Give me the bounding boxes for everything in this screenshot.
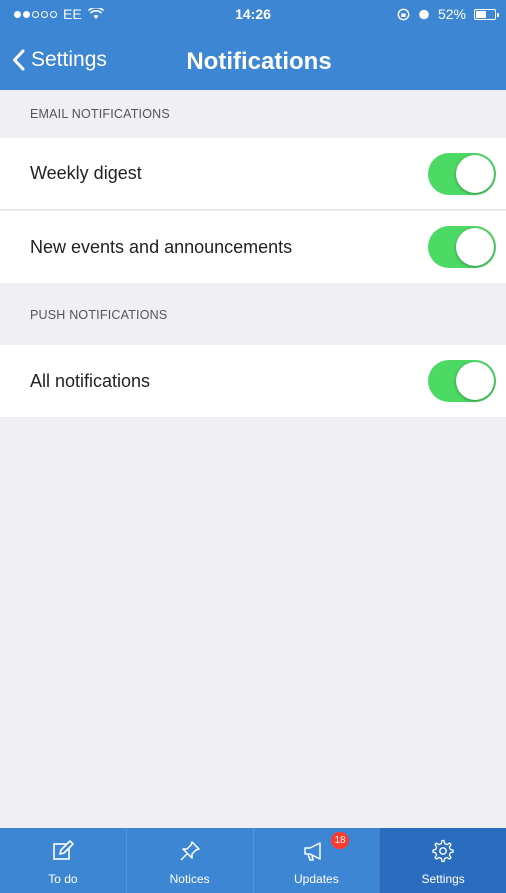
app-header: EE 14:26 52% Settings Notifications [0, 0, 506, 90]
edit-icon [53, 840, 74, 860]
updates-badge: 18 [331, 832, 349, 849]
setting-row-weekly-digest: Weekly digest [0, 138, 506, 210]
section-header-push: PUSH NOTIFICATIONS [30, 308, 168, 322]
megaphone-icon [304, 842, 322, 861]
gear-icon [432, 839, 454, 863]
tab-label: To do [48, 872, 78, 886]
status-bar: EE 14:26 52% [0, 0, 506, 28]
tab-label: Settings [421, 872, 465, 886]
toggle-knob [456, 362, 494, 400]
tab-updates[interactable]: 18 Updates [252, 828, 380, 893]
battery-percent: 52% [437, 6, 466, 22]
new-events-toggle[interactable] [428, 226, 496, 268]
setting-label: All notifications [30, 370, 151, 391]
tab-label: Updates [294, 872, 339, 886]
page-title: Notifications [186, 48, 332, 75]
setting-row-all-notifications: All notifications [0, 345, 506, 417]
battery-icon [474, 8, 499, 20]
setting-label: Weekly digest [30, 163, 142, 183]
tab-notices[interactable]: Notices [125, 828, 253, 893]
weekly-digest-toggle[interactable] [428, 153, 496, 195]
toggle-knob [456, 228, 494, 266]
tab-bar: To do Notices 18 Updates Settings [0, 828, 506, 893]
nav-bar: Settings Notifications [0, 34, 506, 90]
status-right: 52% [397, 6, 499, 22]
all-notifications-toggle[interactable] [428, 360, 496, 402]
toggle-knob [456, 155, 494, 193]
section-header-email: EMAIL NOTIFICATIONS [30, 107, 170, 121]
setting-row-new-events: New events and announcements [0, 211, 506, 283]
tab-to-do[interactable]: To do [0, 828, 126, 893]
tab-settings[interactable]: Settings [379, 828, 506, 893]
alarm-icon [419, 9, 429, 20]
rotation-lock-icon [397, 8, 410, 20]
pin-icon [180, 841, 200, 861]
tab-label: Notices [169, 872, 210, 886]
setting-label: New events and announcements [30, 236, 293, 257]
